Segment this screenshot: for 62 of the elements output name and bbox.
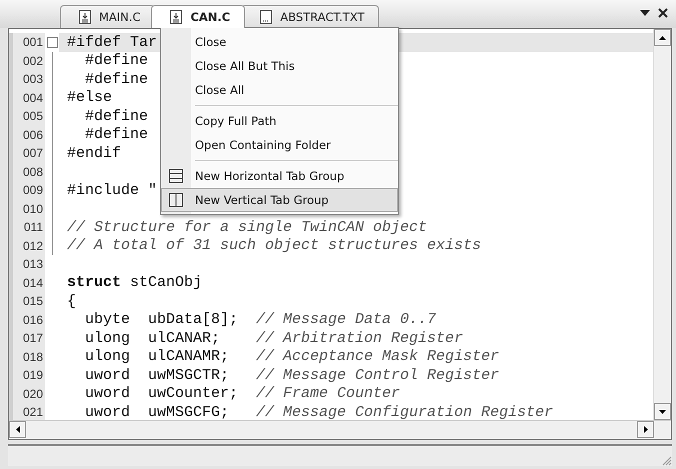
code-line: ulong ulCANAMR; // Acceptance Mask Register — [84, 348, 500, 366]
line-number: 003 — [9, 70, 45, 88]
code-line: struct stCanObj — [66, 274, 202, 292]
line-number: 013 — [9, 255, 45, 274]
line-number: 008 — [9, 162, 45, 181]
line-number: 001 — [9, 33, 45, 52]
code-line: #define — [84, 70, 148, 88]
line-number: 004 — [9, 88, 45, 107]
line-number: 010 — [9, 200, 45, 218]
line-number: 020 — [9, 384, 45, 403]
menu-item[interactable]: Copy Full Path — [161, 109, 398, 133]
horizontal-split-icon — [169, 169, 183, 183]
vertical-split-icon — [169, 193, 183, 207]
menu-item[interactable]: New Vertical Tab Group — [161, 188, 398, 212]
line-number: 015 — [9, 292, 45, 310]
code-line: #else — [66, 89, 112, 106]
code-line: #ifdef Tar — [66, 34, 158, 51]
code-line: #define — [84, 108, 148, 125]
scroll-left-icon[interactable] — [9, 421, 26, 438]
file-tab[interactable]: ABSTRACT.TXT — [241, 5, 380, 28]
menu-item[interactable]: Close All — [161, 78, 398, 102]
text-file-icon — [260, 10, 272, 24]
file-tab[interactable]: CAN.C — [151, 5, 246, 28]
menu-item[interactable]: Close All But This — [161, 54, 398, 78]
code-line: uword uwCounter; // Frame Counter — [84, 385, 400, 402]
scroll-up-icon[interactable] — [654, 29, 671, 46]
scroll-right-icon[interactable] — [637, 421, 654, 438]
fold-toggle-icon[interactable] — [46, 36, 58, 48]
code-file-icon — [170, 10, 182, 24]
code-line: { — [66, 292, 76, 310]
scroll-down-icon[interactable] — [654, 403, 671, 420]
line-number: 014 — [9, 274, 45, 292]
line-number: 007 — [9, 144, 45, 162]
line-number: 017 — [9, 329, 45, 348]
line-number: 009 — [9, 181, 45, 200]
code-line: ulong ulCANAR; // Arbitration Register — [84, 330, 464, 347]
line-number: 016 — [9, 310, 45, 329]
code-line: // Structure for a single TwinCAN object — [66, 218, 428, 236]
horizontal-scrollbar[interactable] — [9, 420, 671, 439]
code-file-icon — [79, 10, 91, 24]
code-line: uword uwMSGCTR; // Message Control Register — [84, 366, 500, 384]
code-line: // A total of 31 such object structures exists — [66, 237, 482, 254]
line-number: 002 — [9, 52, 45, 70]
menu-item[interactable]: Close — [161, 30, 398, 54]
menu-item[interactable]: New Horizontal Tab Group — [161, 164, 398, 188]
code-line: #endif — [66, 144, 122, 162]
menu-item[interactable]: Open Containing Folder — [161, 133, 398, 157]
code-line: #include " — [66, 182, 158, 199]
line-number: 019 — [9, 366, 45, 384]
code-line: uword uwMSGCFG; // Message Configuration Register — [84, 404, 554, 421]
resize-grip-icon[interactable] — [662, 456, 672, 466]
line-number: 011 — [9, 218, 45, 236]
code-line: #define — [84, 126, 148, 144]
vertical-scrollbar[interactable] — [653, 29, 671, 420]
line-number: 005 — [9, 107, 45, 126]
line-number: 018 — [9, 348, 45, 366]
line-number: 006 — [9, 126, 45, 144]
code-line: #define — [84, 52, 148, 70]
close-icon[interactable] — [658, 8, 668, 18]
dropdown-icon[interactable] — [640, 10, 650, 16]
code-line: ubyte ubData[8]; // Message Data 0..7 — [84, 311, 436, 328]
line-number: 012 — [9, 236, 45, 255]
